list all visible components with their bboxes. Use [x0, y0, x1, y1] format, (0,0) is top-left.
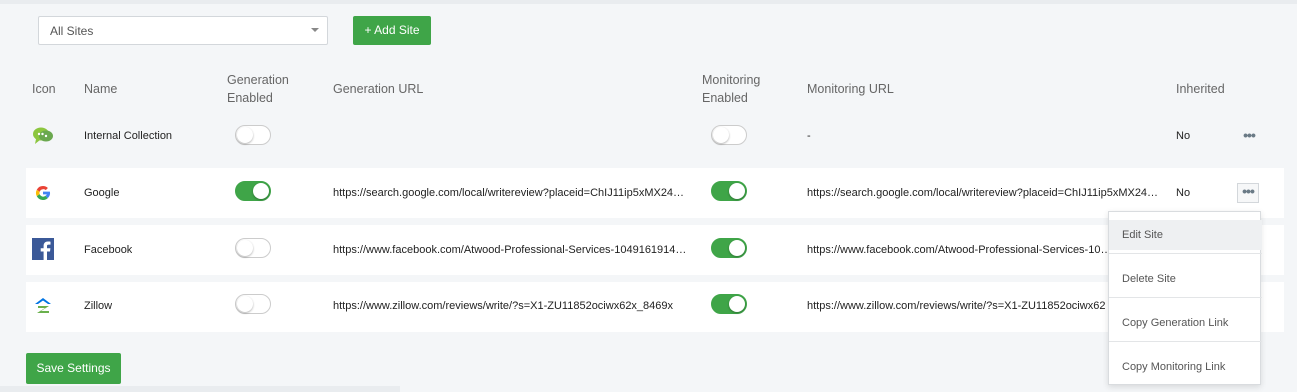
menu-item-copy-monitoring-link[interactable]: Copy Monitoring Link — [1109, 352, 1262, 382]
monitoring-url: https://www.facebook.com/Atwood-Professi… — [807, 244, 1107, 256]
google-icon — [35, 185, 51, 201]
generation-url: https://www.zillow.com/reviews/write/?s=… — [333, 300, 674, 312]
monitoring-enabled-toggle[interactable] — [711, 238, 747, 258]
site-name: Zillow — [84, 300, 113, 312]
monitoring-url: https://search.google.com/local/writerev… — [807, 187, 1159, 199]
facebook-icon — [32, 238, 54, 260]
col-header-monitoring-enabled-line1: Monitoring — [702, 73, 761, 87]
table-row — [26, 112, 1284, 162]
col-header-generation-enabled: Generation Enabled — [227, 71, 289, 107]
generation-enabled-toggle[interactable] — [235, 125, 271, 145]
generation-url: https://www.facebook.com/Atwood-Professi… — [333, 244, 687, 256]
monitoring-url: - — [807, 130, 811, 142]
add-site-button[interactable]: + Add Site — [353, 16, 431, 45]
site-name: Internal Collection — [84, 130, 173, 142]
toggle-knob — [729, 240, 745, 256]
monitoring-url: https://www.zillow.com/reviews/write/?s=… — [807, 300, 1106, 312]
toggle-knob — [237, 296, 253, 312]
row-actions-menu: Edit Site Delete Site Copy Generation Li… — [1108, 211, 1262, 385]
bottom-shade — [0, 386, 400, 392]
generation-url: https://search.google.com/local/writerev… — [333, 187, 685, 199]
col-header-inherited: Inherited — [1176, 82, 1225, 96]
monitoring-enabled-toggle[interactable] — [711, 125, 747, 145]
site-filter-value: All Sites — [50, 24, 94, 38]
row-actions-more-icon[interactable]: ••• — [1237, 183, 1259, 203]
col-header-monitoring-enabled-line2: Enabled — [702, 91, 748, 105]
inherited-value: No — [1176, 187, 1191, 199]
save-settings-button[interactable]: Save Settings — [26, 353, 121, 384]
menu-item-copy-generation-link[interactable]: Copy Generation Link — [1109, 308, 1262, 338]
col-header-generation-url: Generation URL — [333, 82, 424, 96]
toggle-knob — [237, 240, 253, 256]
site-name: Google — [84, 187, 120, 199]
toggle-knob — [729, 183, 745, 199]
col-header-name: Name — [84, 82, 118, 96]
col-header-generation-enabled-line2: Enabled — [227, 91, 273, 105]
toggle-knob — [237, 127, 253, 143]
toggle-knob — [729, 296, 745, 312]
toggle-knob — [253, 183, 269, 199]
chat-bubbles-icon — [33, 127, 53, 144]
menu-divider — [1109, 297, 1262, 298]
generation-enabled-toggle[interactable] — [235, 294, 271, 314]
site-name: Facebook — [84, 244, 133, 256]
toggle-knob — [713, 127, 729, 143]
menu-divider — [1109, 253, 1262, 254]
site-filter-select[interactable]: All Sites — [38, 16, 328, 45]
col-header-icon: Icon — [32, 82, 56, 96]
row-actions-more-icon[interactable]: ••• — [1238, 128, 1260, 148]
menu-item-delete-site[interactable]: Delete Site — [1109, 264, 1262, 294]
inherited-value: No — [1176, 130, 1191, 142]
generation-enabled-toggle[interactable] — [235, 181, 271, 201]
menu-item-edit-site[interactable]: Edit Site — [1109, 220, 1262, 250]
monitoring-enabled-toggle[interactable] — [711, 294, 747, 314]
col-header-monitoring-url: Monitoring URL — [807, 82, 894, 96]
col-header-monitoring-enabled: Monitoring Enabled — [702, 71, 760, 107]
col-header-generation-enabled-line1: Generation — [227, 73, 289, 87]
menu-divider — [1109, 341, 1262, 342]
zillow-icon — [35, 298, 51, 313]
monitoring-enabled-toggle[interactable] — [711, 181, 747, 201]
generation-enabled-toggle[interactable] — [235, 238, 271, 258]
chevron-down-icon — [311, 28, 319, 32]
